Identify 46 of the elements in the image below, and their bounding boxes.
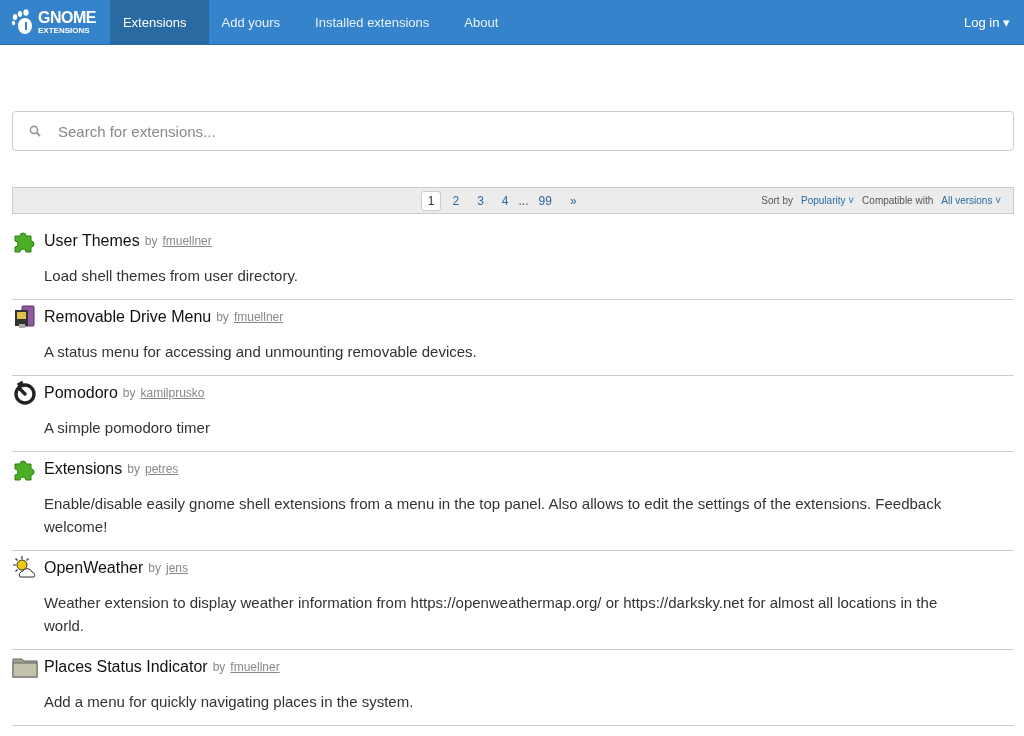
- extension-name[interactable]: Extensions: [44, 460, 123, 478]
- by-label: by: [216, 310, 229, 324]
- page-link[interactable]: 99: [531, 190, 559, 211]
- sort-dropdown[interactable]: Popularity ˅: [801, 195, 855, 206]
- extension-name[interactable]: OpenWeather: [44, 559, 144, 577]
- by-label: by: [148, 561, 161, 575]
- extension-name[interactable]: Places Status Indicator: [44, 658, 208, 676]
- next-page-link[interactable]: »: [562, 190, 584, 211]
- page-link[interactable]: 1: [420, 190, 442, 211]
- extension-description: Add a menu for quickly navigating places in the system.: [44, 692, 415, 712]
- page-ellipsis: ...: [517, 193, 530, 208]
- sort-label: Sort by: [761, 195, 793, 206]
- extension-description: Enable/disable easily gnome shell extensions from a menu in the top panel. Also allows to edit the settings of the extensions. Feedback welcome!: [44, 494, 943, 537]
- compatibility-label: Compatible with: [862, 195, 934, 206]
- extension-description: A simple pomodoro timer: [44, 418, 211, 438]
- extension-name[interactable]: User Themes: [44, 232, 140, 250]
- by-label: by: [144, 234, 158, 248]
- page-link[interactable]: 3: [470, 190, 491, 211]
- by-label: by: [127, 462, 140, 476]
- logo-title: GNOME: [38, 9, 96, 26]
- page-link[interactable]: 4: [494, 190, 516, 211]
- author-link[interactable]: fmuellner: [230, 660, 280, 674]
- extension-description: A status menu for accessing and unmounting removable devices.: [44, 342, 478, 362]
- nav-tab[interactable]: Extensions: [109, 0, 209, 44]
- author-link[interactable]: jens: [166, 561, 189, 575]
- stopwatch-icon: [12, 380, 39, 406]
- author-link[interactable]: fmuellner: [233, 310, 284, 324]
- author-link[interactable]: petres: [144, 462, 179, 476]
- by-label: by: [122, 386, 136, 400]
- search-field[interactable]: Search for extensions...: [12, 111, 1014, 151]
- nav-tab[interactable]: About: [451, 0, 521, 44]
- login-link[interactable]: Log in ▾: [949, 0, 1024, 44]
- page-link[interactable]: 2: [445, 190, 467, 211]
- extension-description: Load shell themes from user directory.: [44, 266, 299, 286]
- logo-subtitle: EXTENSIONS: [38, 26, 91, 35]
- author-link[interactable]: kamilprusko: [140, 386, 205, 400]
- foot-logo-icon: [11, 9, 35, 35]
- extension-name[interactable]: Pomodoro: [44, 384, 118, 402]
- extension-description: Weather extension to display weather information from https://openweathermap.org/ or https://darksky.net for almost all locations in the world.: [44, 593, 939, 636]
- extension-name[interactable]: Removable Drive Menu: [44, 308, 212, 326]
- version-dropdown[interactable]: All versions ˅: [941, 195, 1001, 206]
- author-link[interactable]: fmuellner: [162, 234, 212, 248]
- search-icon: [29, 125, 41, 137]
- nav-tab[interactable]: Installed extensions: [302, 0, 452, 44]
- nav-tab[interactable]: Add yours: [208, 0, 303, 44]
- by-label: by: [212, 660, 226, 674]
